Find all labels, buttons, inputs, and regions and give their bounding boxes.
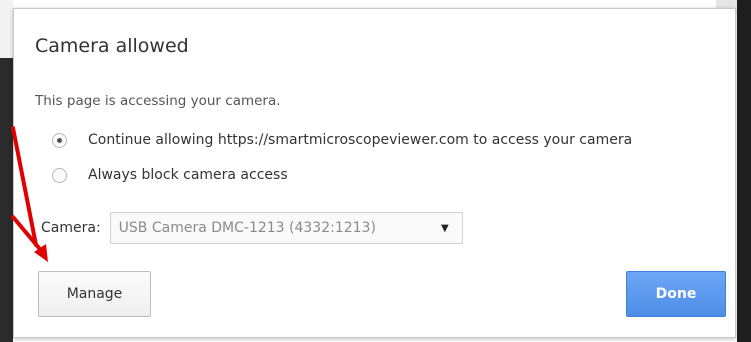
background-edge-left-dark bbox=[0, 58, 13, 342]
manage-button[interactable]: Manage bbox=[38, 271, 151, 317]
radio-button-unselected[interactable] bbox=[52, 167, 67, 183]
radio-option-always-block[interactable]: Always block camera access bbox=[52, 165, 288, 185]
done-button[interactable]: Done bbox=[626, 271, 726, 317]
chevron-down-icon: ▼ bbox=[440, 223, 449, 234]
camera-select[interactable]: USB Camera DMC-1213 (4332:1213) ▼ bbox=[109, 212, 463, 244]
camera-permission-dialog: Camera allowed This page is accessing yo… bbox=[13, 8, 736, 338]
background-edge-right bbox=[737, 0, 751, 342]
camera-label: Camera: bbox=[41, 220, 101, 236]
radio-option-continue-allowing[interactable]: Continue allowing https://smartmicroscop… bbox=[52, 130, 632, 150]
camera-selected-value: USB Camera DMC-1213 (4332:1213) bbox=[118, 220, 376, 236]
camera-select-row: Camera: USB Camera DMC-1213 (4332:1213) … bbox=[41, 212, 463, 244]
radio-button-selected[interactable] bbox=[52, 132, 67, 148]
dialog-subtitle: This page is accessing your camera. bbox=[35, 93, 281, 109]
dialog-title: Camera allowed bbox=[35, 35, 189, 57]
radio-label-always-block: Always block camera access bbox=[88, 167, 288, 183]
radio-label-continue-allowing: Continue allowing https://smartmicroscop… bbox=[88, 132, 633, 148]
